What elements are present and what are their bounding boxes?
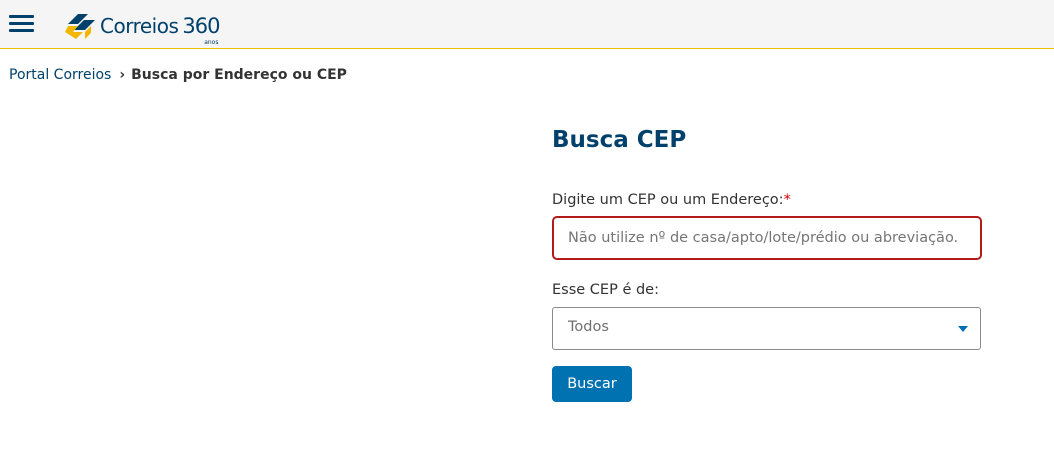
cep-type-label: Esse CEP é de: [552,282,659,298]
address-field-label: Digite um CEP ou um Endereço:* [552,192,791,208]
breadcrumb-home-link[interactable]: Portal Correios [9,67,111,83]
hamburger-menu-icon[interactable] [9,14,34,34]
correios-logo[interactable]: Correios 360 anos [64,8,220,45]
address-search-input[interactable] [552,216,982,260]
site-header: Correios 360 anos [0,0,1054,49]
correios-logo-mark-icon [65,14,95,39]
search-button[interactable]: Buscar [552,366,632,402]
logo-360-number: 360 [182,13,220,38]
cep-type-select[interactable]: Todos [552,307,981,350]
breadcrumb-separator: › [119,67,126,83]
logo-360-mark: 360 anos [182,13,220,45]
logo-anos-label: anos [204,38,219,46]
cep-search-form: Busca CEP Digite um CEP ou um Endereço:*… [552,123,982,402]
cep-type-selected-value: Todos [568,319,609,335]
chevron-down-icon [958,326,968,332]
address-label-text: Digite um CEP ou um Endereço: [552,192,784,208]
breadcrumb-current: Busca por Endereço ou CEP [131,67,347,83]
breadcrumb: Portal Correios › Busca por Endereço ou … [9,67,347,83]
logo-wordmark: Correios [100,14,179,38]
page-title: Busca CEP [552,127,687,153]
required-marker: * [783,192,791,208]
